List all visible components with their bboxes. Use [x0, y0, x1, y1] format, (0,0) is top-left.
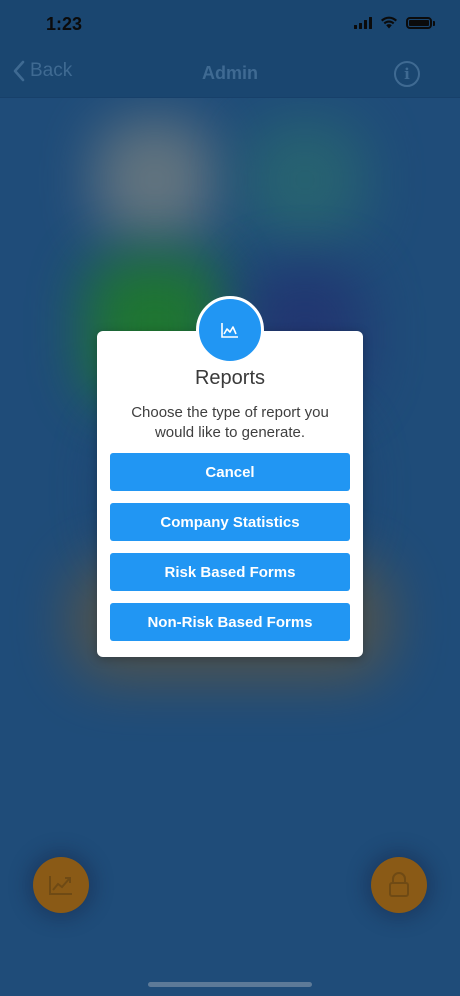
- reports-dialog: Reports Choose the type of report you wo…: [97, 331, 363, 657]
- page-title: Admin: [202, 63, 258, 83]
- cancel-button[interactable]: Cancel: [110, 453, 350, 491]
- non-risk-based-forms-button[interactable]: Non-Risk Based Forms: [110, 603, 350, 641]
- battery-icon: [406, 16, 435, 29]
- risk-based-forms-button[interactable]: Risk Based Forms: [110, 553, 350, 591]
- wifi-icon: [381, 16, 397, 29]
- info-icon[interactable]: i: [394, 61, 420, 87]
- signal-icon: [354, 16, 372, 29]
- lock-icon: [389, 872, 409, 897]
- navigation-bar: Back Admin i: [0, 50, 460, 98]
- chart-icon: [221, 323, 238, 338]
- home-indicator: [148, 982, 312, 987]
- status-time: 1:23: [46, 14, 83, 34]
- reports-fab-button[interactable]: [33, 857, 89, 913]
- status-bar: 1:23: [0, 0, 460, 50]
- lock-fab-button[interactable]: [371, 857, 427, 913]
- dialog-badge: [196, 296, 264, 364]
- background-tile: [245, 120, 365, 240]
- dialog-title: Reports: [194, 367, 266, 389]
- chart-icon: [49, 876, 72, 895]
- dialog-message: Choose the type of report you would like…: [131, 404, 329, 441]
- background-tile: [95, 120, 215, 240]
- company-statistics-button[interactable]: Company Statistics: [110, 503, 350, 541]
- status-icons: [354, 16, 435, 29]
